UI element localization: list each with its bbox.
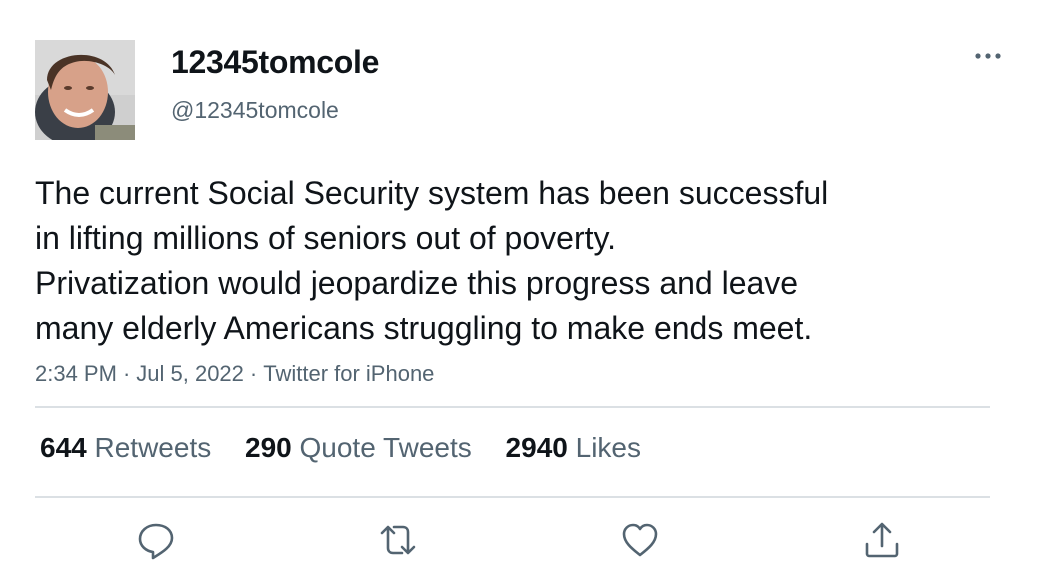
retweet-icon [380, 525, 416, 555]
quote-tweets-stat[interactable]: 290 Quote Tweets [245, 432, 472, 464]
retweets-label: Retweets [94, 432, 212, 463]
tweet-text-line: The current Social Security system has b… [35, 175, 829, 211]
share-button[interactable] [862, 520, 902, 560]
quote-tweets-label: Quote Tweets [299, 432, 472, 463]
meta-separator: · [249, 361, 258, 386]
tweet-metadata: 2:34 PM · Jul 5, 2022 · Twitter for iPhone [35, 361, 434, 387]
display-name[interactable]: 12345tomcole [171, 44, 379, 81]
heart-icon [622, 523, 658, 557]
likes-stat[interactable]: 2940 Likes [506, 432, 641, 464]
tweet-text-line: many elderly Americans struggling to mak… [35, 310, 813, 346]
tweet-text-line: Privatization would jeopardize this prog… [35, 265, 799, 301]
tweet-time[interactable]: 2:34 PM [35, 361, 117, 386]
tweet-text-line: in lifting millions of seniors out of po… [35, 220, 616, 256]
tweet-date[interactable]: Jul 5, 2022 [136, 361, 244, 386]
avatar[interactable] [35, 40, 135, 140]
divider [35, 406, 990, 408]
quote-tweets-count: 290 [245, 432, 292, 463]
likes-label: Likes [575, 432, 641, 463]
retweets-stat[interactable]: 644 Retweets [40, 432, 211, 464]
user-handle[interactable]: @12345tomcole [171, 97, 339, 124]
reply-button[interactable] [136, 520, 176, 560]
engagement-stats: 644 Retweets 290 Quote Tweets 2940 Likes [40, 432, 667, 464]
reply-icon [138, 523, 174, 560]
retweets-count: 644 [40, 432, 87, 463]
avatar-photo [35, 40, 135, 140]
like-button[interactable] [620, 520, 660, 560]
meta-separator: · [122, 361, 131, 386]
more-icon [975, 53, 1001, 59]
more-options-button[interactable] [970, 44, 1006, 68]
tweet-text: The current Social Security system has b… [35, 171, 995, 351]
divider [35, 496, 990, 498]
likes-count: 2940 [505, 432, 568, 463]
tweet-card: 12345tomcole @12345tomcole The current S… [0, 0, 1050, 570]
share-icon [865, 522, 899, 558]
retweet-button[interactable] [378, 520, 418, 560]
tweet-source[interactable]: Twitter for iPhone [263, 361, 434, 386]
